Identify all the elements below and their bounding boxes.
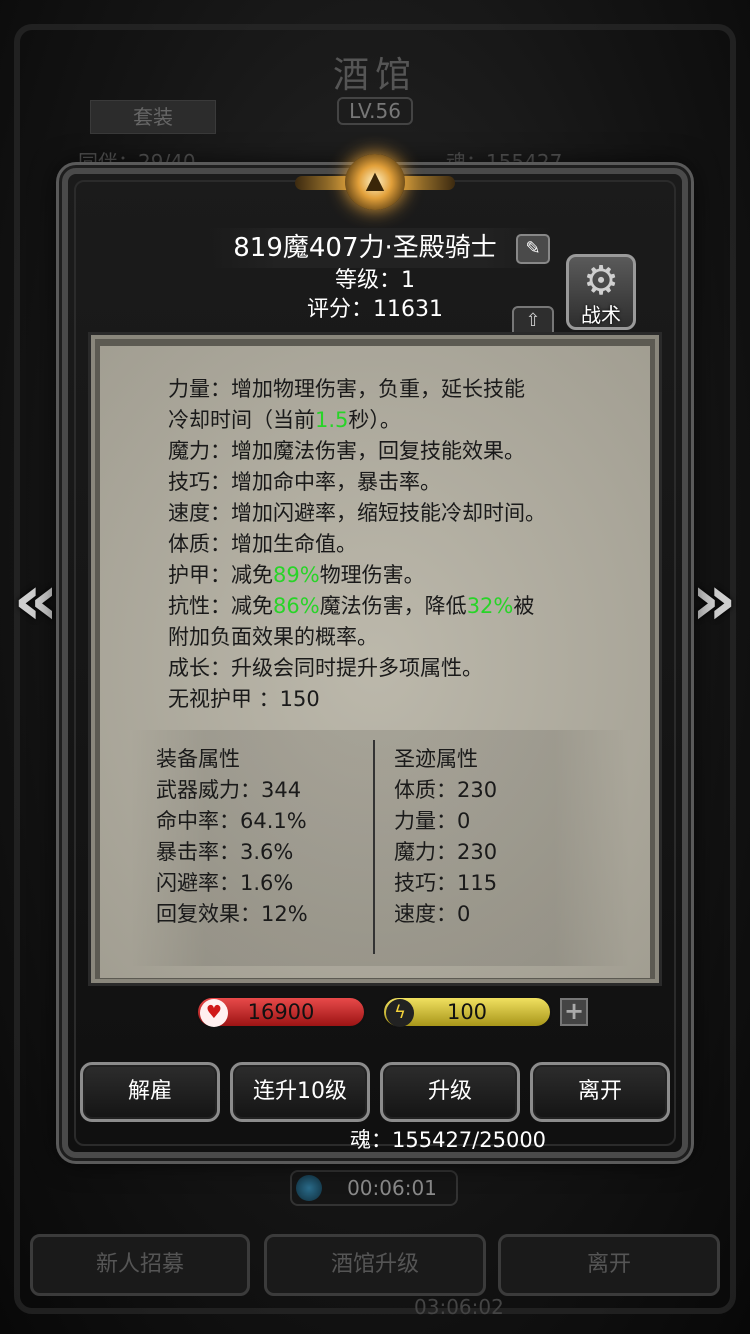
debuff-reduction-value: 32% — [466, 594, 514, 618]
desc-magic: 魔力：增加魔法伤害，回复技能效果。 — [168, 439, 525, 463]
pencil-edit-icon: ✎ — [525, 238, 541, 259]
desc-constitution: 体质：增加生命值。 — [168, 532, 357, 556]
tactic-button[interactable]: ⚙ 战术 — [566, 254, 636, 330]
equipment-stats: 装备属性 武器威力：344 命中率：64.1% 暴击率：3.6% 闪避率：1.6… — [156, 744, 308, 930]
desc-armor: 护甲：减免89%物理伤害。 — [168, 563, 425, 587]
level-up-button[interactable]: 升级 — [380, 1062, 520, 1122]
next-hero-button[interactable]: » — [684, 560, 744, 640]
armor-reduction-value: 89% — [273, 563, 320, 587]
desc-cooldown: 冷却时间（当前1.5秒）。 — [168, 408, 401, 432]
relic-stats: 圣迹属性 体质：230 力量：0 魔力：230 技巧：115 速度：0 — [394, 744, 497, 930]
background-time: 03:06:02 — [414, 1295, 504, 1319]
desc-resistance: 抗性：减免86%魔法伤害，降低32%被 — [168, 594, 535, 618]
energy-bar: ϟ 100 — [382, 996, 552, 1028]
relic-stat: 力量：0 — [394, 809, 471, 833]
plus-icon: + — [563, 997, 585, 1025]
upload-icon: ⇧ — [525, 310, 541, 331]
tavern-upgrade-button: 酒馆升级 — [264, 1234, 486, 1296]
suit-tab: 套装 — [90, 100, 216, 134]
desc-growth: 成长：升级会同时提升多项属性。 — [168, 656, 483, 680]
tactic-label: 战术 — [581, 303, 621, 327]
level-up-10-button[interactable]: 连升10级 — [230, 1062, 370, 1122]
equipment-stat: 回复效果：12% — [156, 902, 308, 926]
prev-hero-button[interactable]: « — [6, 560, 66, 640]
recruit-button: 新人招募 — [30, 1234, 250, 1296]
leave-button[interactable]: 离开 — [530, 1062, 670, 1122]
relic-stat: 魔力：230 — [394, 840, 498, 864]
rename-button[interactable]: ✎ — [516, 234, 550, 264]
tavern-title: 酒馆 — [332, 55, 417, 96]
timer-icon — [296, 1175, 322, 1201]
equipment-stat: 武器威力：344 — [156, 778, 302, 802]
equipment-title: 装备属性 — [156, 747, 240, 771]
equipment-stat: 命中率：64.1% — [156, 809, 307, 833]
attribute-description: 力量：增加物理伤害，负重，延长技能 冷却时间（当前1.5秒）。 魔力：增加魔法伤… — [168, 374, 588, 715]
equipment-stat: 暴击率：3.6% — [156, 840, 294, 864]
desc-resistance-cont: 附加负面效果的概率。 — [168, 625, 378, 649]
equipment-stat: 闪避率：1.6% — [156, 871, 294, 895]
hp-value: 16900 — [247, 1000, 315, 1024]
desc-skill: 技巧：增加命中率，暴击率。 — [168, 470, 441, 494]
dismiss-button[interactable]: 解雇 — [80, 1062, 220, 1122]
gear-icon: ⚙ — [583, 258, 619, 304]
energy-value: 100 — [446, 1000, 488, 1024]
tavern-level-badge: LV.56 — [337, 97, 413, 125]
add-energy-button[interactable]: + — [560, 998, 588, 1026]
magic-reduction-value: 86% — [273, 594, 320, 618]
emblem-core — [345, 154, 405, 210]
background-leave-button: 离开 — [498, 1234, 720, 1296]
emblem-icon — [295, 150, 455, 214]
relic-title: 圣迹属性 — [394, 747, 478, 771]
cooldown-value: 1.5 — [315, 408, 349, 432]
hero-level: 等级：1 — [335, 268, 415, 293]
hp-bar: ♥ 16900 — [196, 996, 366, 1028]
relic-stat: 技巧：115 — [394, 871, 498, 895]
refresh-timer: 00:06:01 — [290, 1170, 458, 1206]
double-chevron-right-icon: » — [691, 559, 737, 641]
desc-strength: 力量：增加物理伤害，负重，延长技能 — [168, 377, 525, 401]
relic-stat: 体质：230 — [394, 778, 498, 802]
desc-speed: 速度：增加闪避率，缩短技能冷却时间。 — [168, 501, 546, 525]
stats-divider — [373, 740, 375, 954]
double-chevron-left-icon: « — [13, 559, 59, 641]
hero-name: 819魔407力·圣殿骑士 — [233, 233, 497, 263]
refresh-timer-text: 00:06:01 — [347, 1176, 437, 1200]
desc-ignore-armor: 无视护甲 ：150 — [168, 687, 320, 711]
soul-cost: 魂：155427/25000 — [350, 1128, 547, 1152]
hero-score: 评分：11631 — [307, 297, 443, 322]
relic-stat: 速度：0 — [394, 902, 471, 926]
